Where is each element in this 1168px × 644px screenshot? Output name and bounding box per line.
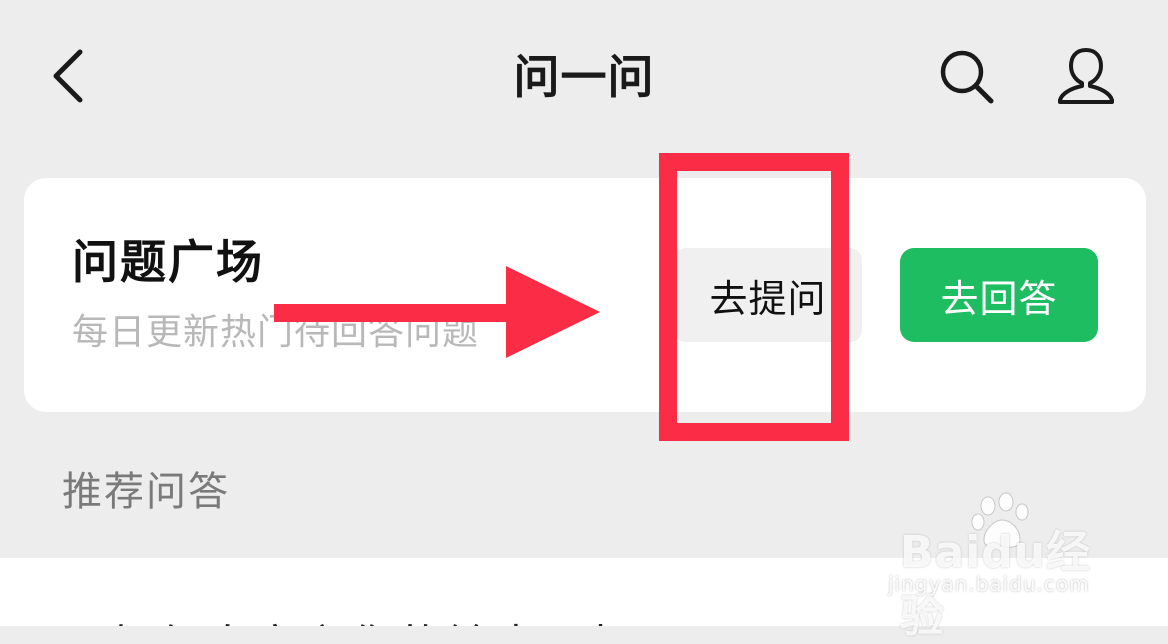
plaza-title: 问题广场 <box>72 235 264 289</box>
user-icon <box>1058 48 1114 104</box>
watermark-url: jingyan.baidu.com <box>888 572 1090 596</box>
go-answer-button[interactable]: 去回答 <box>900 248 1098 342</box>
watermark: Baidu经验 jingyan.baidu.com <box>880 492 1130 642</box>
profile-button[interactable] <box>1050 40 1122 112</box>
nav-bar: 问一问 <box>0 0 1168 150</box>
search-button[interactable] <box>934 44 1000 110</box>
list-item[interactable]: 如何自定义你的铃声图标 <box>110 610 638 626</box>
annotation-arrow-icon <box>274 266 600 358</box>
section-title-recommended: 推荐问答 <box>62 469 230 515</box>
search-icon <box>940 50 994 104</box>
annotation-highlight-box <box>659 153 849 441</box>
